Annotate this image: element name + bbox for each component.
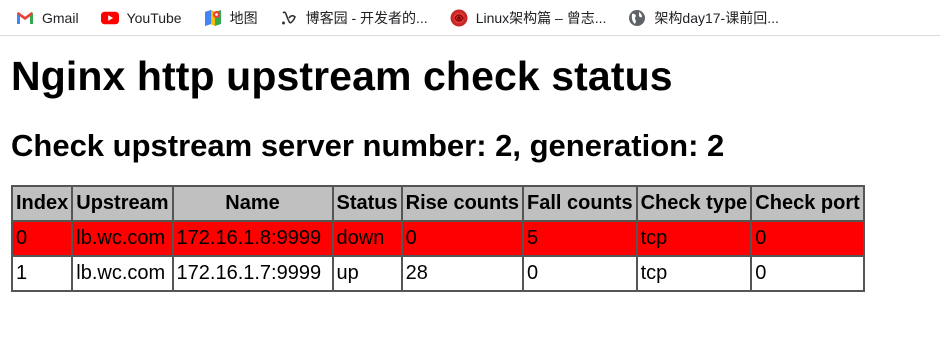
page-title: Nginx http upstream check status [11, 53, 673, 99]
bookmark-label: Gmail [42, 9, 79, 26]
header-fall-counts: Fall counts [522, 185, 638, 222]
bookmark-label: Linux架构篇 – 曾志... [475, 9, 607, 26]
cell-check-port: 0 [750, 220, 865, 257]
table-header-row: Index Upstream Name Status Rise counts F… [10, 185, 865, 222]
upstream-status-table: Index Upstream Name Status Rise counts F… [10, 185, 865, 292]
bookmark-label: 架构day17-课前回... [654, 9, 779, 26]
globe-icon [628, 9, 646, 27]
cell-name: 172.16.1.8:9999 [171, 220, 334, 257]
bookmark-label: YouTube [126, 9, 182, 26]
cell-check-port: 0 [750, 255, 865, 292]
table-row: 1 lb.wc.com 172.16.1.7:9999 up 28 0 tcp … [10, 255, 865, 292]
header-upstream: Upstream [71, 185, 174, 222]
cell-index: 0 [10, 220, 74, 257]
bookmark-linux[interactable]: Linux架构篇 – 曾志... [450, 8, 607, 28]
cell-name: 172.16.1.7:9999 [171, 255, 334, 292]
header-status: Status [331, 185, 403, 222]
page-content: Nginx http upstream check status Check u… [0, 50, 940, 292]
page-subtitle: Check upstream server number: 2, generat… [11, 128, 725, 163]
header-check-port: Check port [750, 185, 865, 222]
cell-status: down [331, 220, 403, 257]
youtube-icon [100, 9, 119, 27]
cell-rise-counts: 0 [400, 220, 525, 257]
table-row: 0 lb.wc.com 172.16.1.8:9999 down 0 5 tcp… [10, 220, 865, 257]
cell-check-type: tcp [635, 220, 753, 257]
maps-icon [204, 9, 222, 27]
bookmark-cnblogs[interactable]: 博客园 - 开发者的... [280, 8, 428, 28]
cell-rise-counts: 28 [400, 255, 525, 292]
gmail-icon [16, 9, 34, 27]
bookmark-label: 博客园 - 开发者的... [305, 9, 428, 26]
cell-check-type: tcp [635, 255, 753, 292]
rose-icon [450, 9, 468, 27]
header-check-type: Check type [635, 185, 753, 222]
cell-upstream: lb.wc.com [71, 255, 174, 292]
bookmark-label: 地图 [229, 9, 258, 26]
bookmark-day17[interactable]: 架构day17-课前回... [628, 8, 779, 28]
bookmark-maps[interactable]: 地图 [204, 8, 258, 28]
header-index: Index [10, 185, 74, 222]
cell-index: 1 [10, 255, 74, 292]
cell-fall-counts: 5 [522, 220, 638, 257]
cell-upstream: lb.wc.com [71, 220, 174, 257]
bookmarks-bar: Gmail YouTube 地图 博客园 - 开发者的... Linux架构篇 … [0, 0, 940, 36]
bookmark-youtube[interactable]: YouTube [100, 9, 182, 27]
cell-status: up [331, 255, 403, 292]
cell-fall-counts: 0 [522, 255, 638, 292]
header-rise-counts: Rise counts [400, 185, 525, 222]
cnblogs-icon [280, 9, 298, 27]
header-name: Name [171, 185, 334, 222]
bookmark-gmail[interactable]: Gmail [16, 9, 79, 27]
